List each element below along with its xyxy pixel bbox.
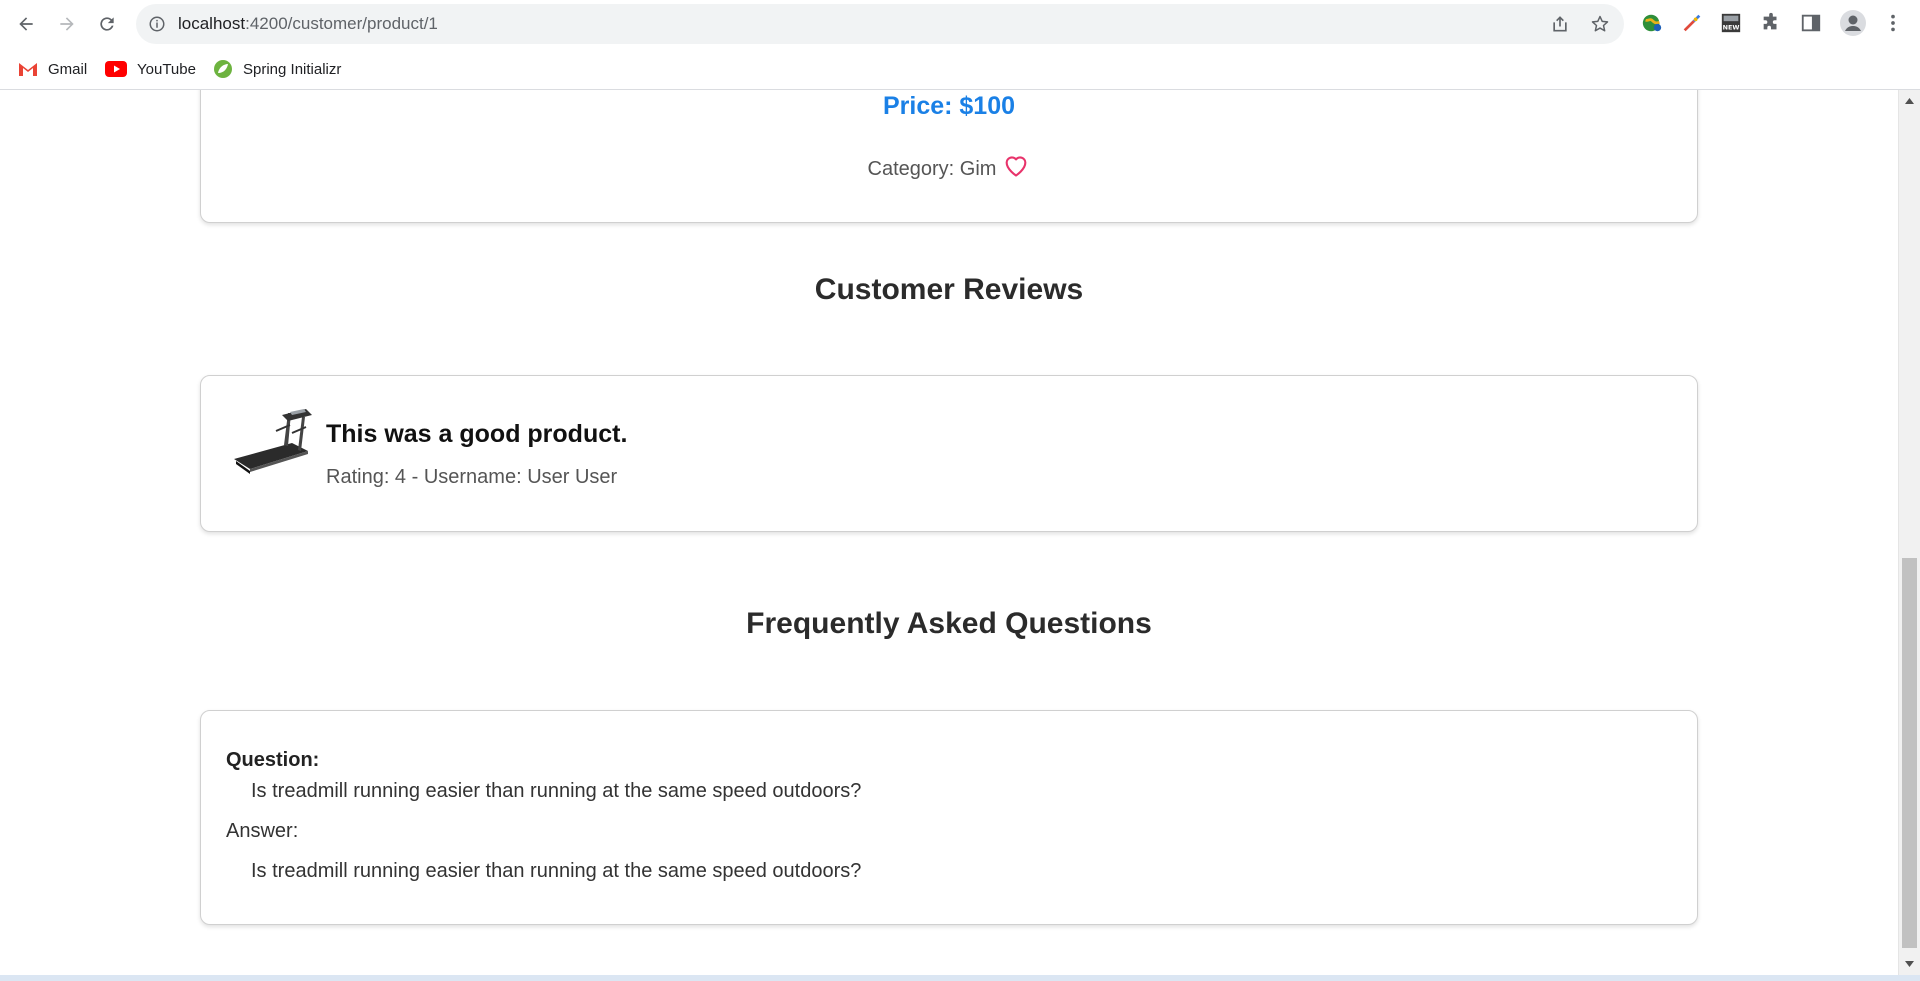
faq-card: Question: Is treadmill running easier th… bbox=[200, 710, 1698, 925]
faq-question-label: Question: bbox=[226, 749, 320, 771]
reviews-heading: Customer Reviews bbox=[814, 273, 1084, 306]
side-panel-icon[interactable] bbox=[1800, 12, 1822, 34]
bookmark-youtube[interactable]: YouTube bbox=[105, 58, 196, 80]
profile-avatar-icon[interactable] bbox=[1840, 10, 1866, 36]
reload-button[interactable] bbox=[91, 8, 123, 40]
address-bar[interactable]: localhost:4200/customer/product/1 bbox=[136, 4, 1624, 44]
vertical-scrollbar[interactable] bbox=[1898, 90, 1920, 975]
browser-toolbar: localhost:4200/customer/product/1 NEW bbox=[0, 0, 1920, 49]
review-card: This was a good product. Rating: 4 - Use… bbox=[200, 375, 1698, 532]
scroll-up-arrow-icon[interactable] bbox=[1905, 98, 1914, 104]
faq-question: Is treadmill running easier than running… bbox=[251, 780, 862, 802]
url-path: :4200/customer/product/1 bbox=[245, 14, 438, 33]
arrow-right-icon bbox=[60, 17, 74, 31]
url-text[interactable]: localhost:4200/customer/product/1 bbox=[178, 14, 438, 34]
puzzle-extensions-icon[interactable] bbox=[1760, 12, 1782, 34]
bookmarks-bar: Gmail YouTube Spring Initializr bbox=[0, 49, 1920, 90]
bookmark-label: Gmail bbox=[48, 60, 88, 78]
page-viewport: Price: $100 Price: $100 Category: Gim Cu… bbox=[0, 90, 1898, 975]
scroll-down-arrow-icon[interactable] bbox=[1905, 961, 1914, 967]
bookmark-label: Spring Initializr bbox=[243, 60, 342, 78]
share-icon[interactable] bbox=[1550, 14, 1570, 34]
new-extension-icon[interactable]: NEW bbox=[1720, 12, 1742, 34]
star-icon[interactable] bbox=[1590, 14, 1610, 34]
bookmark-label: YouTube bbox=[137, 60, 196, 78]
faq-answer: Is treadmill running easier than running… bbox=[251, 860, 862, 882]
gmail-icon bbox=[19, 63, 37, 76]
spring-leaf-icon bbox=[214, 60, 232, 78]
youtube-icon bbox=[105, 61, 127, 77]
color-picker-extension-icon[interactable] bbox=[1681, 12, 1703, 34]
info-icon[interactable] bbox=[148, 15, 166, 33]
back-button[interactable] bbox=[10, 8, 42, 40]
window-bottom-edge bbox=[0, 975, 1920, 981]
treadmill-image bbox=[234, 409, 312, 474]
forward-button[interactable] bbox=[51, 8, 83, 40]
bookmark-spring-initializr[interactable]: Spring Initializr bbox=[213, 58, 341, 80]
product-category: Category: Gim bbox=[867, 158, 997, 180]
scrollbar-thumb[interactable] bbox=[1902, 558, 1917, 948]
review-title: This was a good product. bbox=[326, 420, 628, 448]
review-meta: Rating: 4 - Username: User User bbox=[326, 466, 618, 488]
bookmark-gmail[interactable]: Gmail bbox=[18, 58, 87, 80]
kebab-menu-icon[interactable] bbox=[1882, 12, 1904, 34]
faq-answer-label: Answer: bbox=[226, 820, 299, 842]
globe-extension-icon[interactable] bbox=[1641, 12, 1663, 34]
faq-heading: Frequently Asked Questions bbox=[746, 607, 1152, 640]
svg-text:NEW: NEW bbox=[1723, 23, 1740, 31]
url-host: localhost bbox=[178, 14, 246, 33]
product-price-text: Price: $100 bbox=[882, 92, 1016, 120]
heart-icon[interactable] bbox=[1002, 152, 1030, 178]
arrow-left-icon bbox=[19, 17, 33, 31]
product-category-row: Category: Gim bbox=[0, 152, 1898, 181]
reload-icon bbox=[100, 17, 114, 31]
